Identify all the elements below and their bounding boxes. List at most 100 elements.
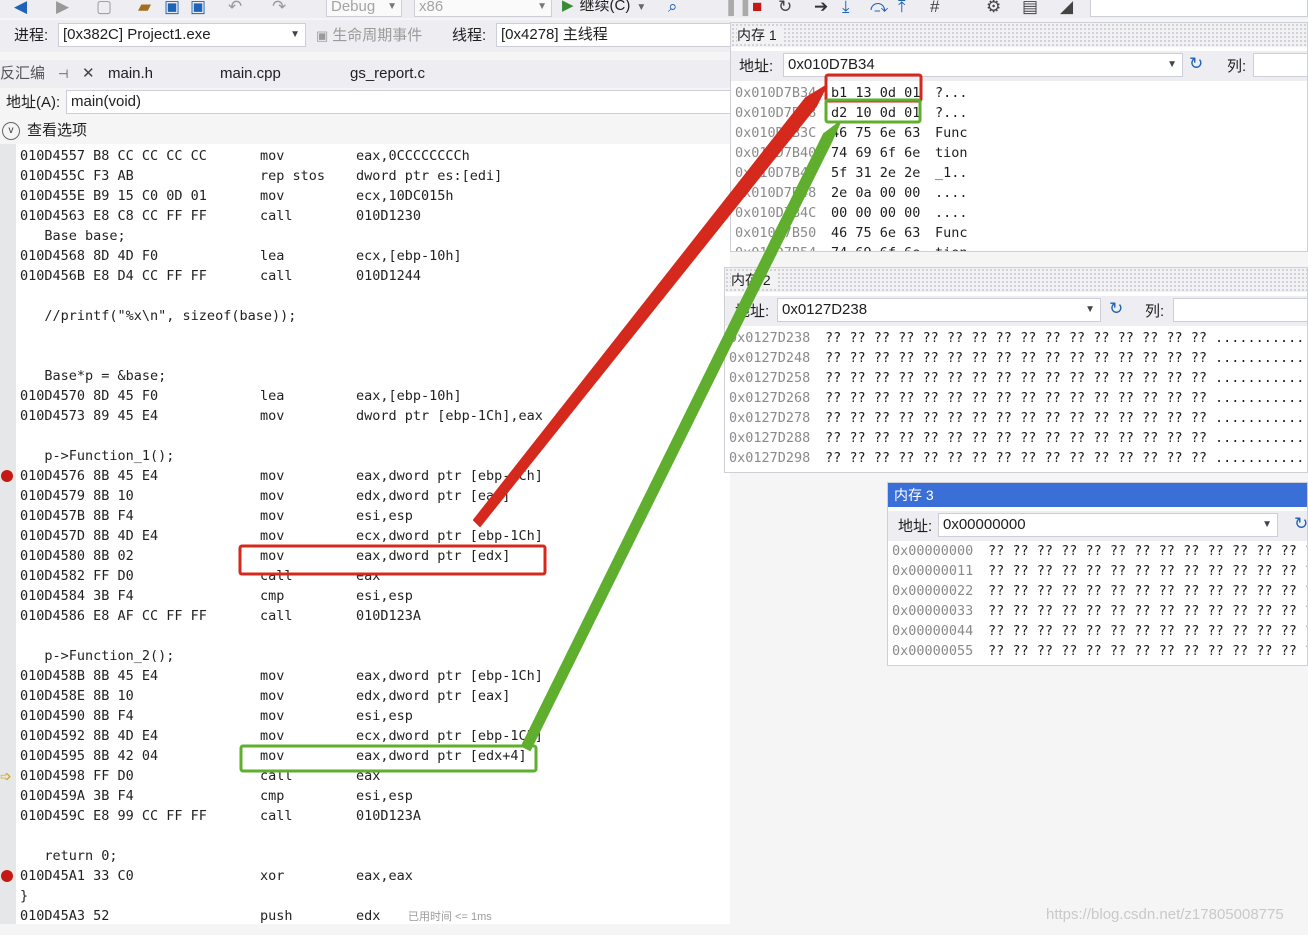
memory-row[interactable]: 0x0127D268 ?? ?? ?? ?? ?? ?? ?? ?? ?? ?? … [729, 388, 1307, 408]
platform-combo[interactable]: x86 ▼ [414, 0, 552, 17]
source-line[interactable]: p->Function_1(); [20, 446, 174, 466]
refresh-icon[interactable]: ↻ [1294, 514, 1307, 534]
new-item-icon[interactable]: ▢ [96, 0, 112, 16]
configuration-combo[interactable]: Debug ▼ [326, 0, 402, 17]
memory-row[interactable]: 0x0127D298 ?? ?? ?? ?? ?? ?? ?? ?? ?? ?? … [729, 448, 1307, 468]
memory-row[interactable]: 0x010D7B40 74 69 6f 6e tion [735, 143, 1307, 163]
memory-row[interactable]: 0x010D7B34 b1 13 0d 01?... [735, 83, 1307, 103]
memory-hex-bytes: ?? ?? ?? ?? ?? ?? ?? ?? ?? ?? ?? ?? ?? ?… [825, 430, 1208, 446]
open-folder-icon[interactable]: ▰ [138, 0, 151, 16]
memory-window-1[interactable]: 内存 1 地址: 0x010D7B34 ▼ ↻ 列: 0x010D7B34 b1 … [730, 22, 1308, 252]
memory-address: 0x00000066 [892, 661, 973, 665]
tab-disassembly[interactable]: 反汇编 [0, 64, 45, 84]
memory-address: 0x00000044 [892, 623, 974, 639]
diagnostic-icon[interactable]: ◢ [1060, 0, 1073, 16]
memory-row[interactable]: 0x0127D2A8 ?? ?? ?? ?? ?? ?? ?? ?? ?? ?? … [729, 468, 1307, 472]
instruction-operands: 010D1244 [356, 268, 422, 284]
undo-icon[interactable]: ↶ [228, 0, 242, 16]
step-over-icon[interactable]: ⤼ [870, 0, 888, 16]
redo-icon[interactable]: ↷ [272, 0, 286, 16]
memory-row[interactable]: 0x0127D288 ?? ?? ?? ?? ?? ?? ?? ?? ?? ?? … [729, 428, 1307, 448]
view-options-toggle[interactable]: v 查看选项 [0, 120, 730, 144]
show-next-statement-icon[interactable]: ➔ [814, 0, 828, 16]
memory-row[interactable]: 0x0127D238 ?? ?? ?? ?? ?? ?? ?? ?? ?? ?? … [729, 328, 1307, 348]
disassembly-view[interactable]: 010D4557 B8 CC CC CC CC mov eax,0CCCCCCCCh… [0, 144, 730, 924]
memory-row[interactable]: 0x00000022 ?? ?? ?? ?? ?? ?? ?? ?? ?? ?? … [892, 581, 1307, 601]
instruction-mnemonic: mov [260, 508, 285, 524]
memory-row[interactable]: 0x0127D258 ?? ?? ?? ?? ?? ?? ?? ?? ?? ?? … [729, 368, 1307, 388]
memory-2-columns-input[interactable] [1173, 298, 1307, 322]
breakpoint-icon[interactable] [1, 470, 13, 482]
chevron-down-icon: ▼ [1262, 519, 1272, 530]
memory-1-columns-input[interactable] [1253, 53, 1307, 77]
memory-row[interactable]: 0x010D7B54 74 69 6f 6e tion [735, 243, 1307, 251]
lifecycle-events-button[interactable]: ▣ 生命周期事件 [316, 26, 422, 46]
source-line[interactable]: Base base; [20, 226, 125, 246]
memory-hex-bytes: ?? ?? ?? ?? ?? ?? ?? ?? ?? ?? ?? ?? ?? ?… [988, 563, 1307, 579]
memory-1-address-input[interactable]: 0x010D7B34 ▼ [783, 53, 1183, 77]
memory-row[interactable]: 0x010D7B4C 00 00 00 00.... [735, 203, 1307, 223]
source-line[interactable]: p->Function_2(); [20, 646, 174, 666]
instruction-address-bytes: 010D4582 FF D0 [20, 568, 134, 584]
thread-combo[interactable]: [0x4278] 主线程 [496, 23, 730, 47]
instruction-mnemonic: mov [260, 748, 285, 764]
source-line[interactable]: Base*p = &base; [20, 366, 166, 386]
memory-window-2[interactable]: 内存 2 地址: 0x0127D238 ▼ ↻ 列: 0x0127D238 ?? … [724, 267, 1308, 473]
memory-row[interactable]: 0x010D7B48 2e 0a 00 00.... [735, 183, 1307, 203]
memory-row[interactable]: 0x010D7B38 d2 10 0d 01?... [735, 103, 1307, 123]
memory-row[interactable]: 0x0127D278 ?? ?? ?? ?? ?? ?? ?? ?? ?? ?? … [729, 408, 1307, 428]
back-icon[interactable]: ◀ [14, 0, 27, 16]
instruction-address-bytes: 010D4563 E8 C8 CC FF FF [20, 208, 207, 224]
pause-icon[interactable]: ❚❚ [724, 0, 753, 16]
continue-button[interactable]: ▶ 继续(C) ▼ [562, 0, 646, 17]
memory-row[interactable]: 0x00000033 ?? ?? ?? ?? ?? ?? ?? ?? ?? ?? … [892, 601, 1307, 621]
instruction-mnemonic: mov [260, 668, 285, 684]
memory-hex-bytes: ?? ?? ?? ?? ?? ?? ?? ?? ?? ?? ?? ?? ?? ?… [988, 583, 1307, 599]
threads-icon[interactable]: ⚙ [986, 0, 1001, 16]
find-icon[interactable]: ⌕ [668, 0, 678, 16]
tab-gs-report-c[interactable]: gs_report.c [350, 64, 425, 84]
save-all-icon[interactable]: ▣ [190, 0, 206, 16]
refresh-icon[interactable]: ↻ [1109, 299, 1123, 319]
comment-icon[interactable]: ▤ [1022, 0, 1038, 16]
memory-row[interactable]: 0x010D7B50 46 75 6e 63 Func [735, 223, 1307, 243]
step-out-icon[interactable]: ⤒ [898, 0, 906, 16]
disasm-address-input[interactable]: main(void) [66, 90, 730, 114]
memory-row[interactable]: 0x010D7B44 5f 31 2e 2e _1.. [735, 163, 1307, 183]
restart-icon[interactable]: ↻ [778, 0, 792, 16]
instruction-operands: ecx,[ebp-10h] [356, 248, 462, 264]
memory-row[interactable]: 0x0127D248 ?? ?? ?? ?? ?? ?? ?? ?? ?? ?? … [729, 348, 1307, 368]
step-into-icon[interactable]: ⤓ [842, 0, 850, 16]
process-combo[interactable]: [0x382C] Project1.exe ▼ [58, 23, 306, 47]
memory-window-3[interactable]: 内存 3 地址: 0x00000000 ▼ ↻ 0x00000000 ?? ?? … [887, 482, 1308, 666]
memory-row[interactable]: 0x010D7B3C 46 75 6e 63 Func [735, 123, 1307, 143]
memory-2-address-input[interactable]: 0x0127D238 ▼ [777, 298, 1101, 322]
forward-icon[interactable]: ▶ [56, 0, 69, 16]
memory-row[interactable]: 0x00000000 ?? ?? ?? ?? ?? ?? ?? ?? ?? ?? … [892, 541, 1307, 561]
memory-row[interactable]: 0x00000044 ?? ?? ?? ?? ?? ?? ?? ?? ?? ?? … [892, 621, 1307, 641]
memory-row[interactable]: 0x00000011 ?? ?? ?? ?? ?? ?? ?? ?? ?? ?? … [892, 561, 1307, 581]
quick-launch-input[interactable] [1090, 0, 1308, 17]
memory-row[interactable]: 0x00000055 ?? ?? ?? ?? ?? ?? ?? ?? ?? ?? … [892, 641, 1307, 661]
source-line[interactable]: //printf("%x\n", sizeof(base)); [20, 306, 296, 326]
memory-3-address-input[interactable]: 0x00000000 ▼ [938, 513, 1278, 537]
source-line[interactable]: } [20, 886, 28, 906]
memory-address: 0x00000022 [892, 583, 974, 599]
close-icon[interactable]: ✕ [82, 64, 95, 84]
save-icon[interactable]: ▣ [164, 0, 180, 16]
breakpoint-gutter[interactable] [0, 144, 16, 924]
source-line[interactable]: return 0; [20, 846, 117, 866]
disasm-address-label: 地址(A): [6, 94, 61, 111]
memory-row[interactable]: 0x00000066 ?? ?? ?? ?? ?? ?? ?? ?? ?? ?? … [892, 661, 1307, 665]
tab-main-h[interactable]: main.h [108, 64, 153, 84]
tab-main-cpp[interactable]: main.cpp [220, 64, 281, 84]
hex-display-icon[interactable]: # [930, 0, 939, 16]
stop-icon[interactable]: ■ [752, 0, 762, 16]
instruction-address-bytes: 010D457B 8B F4 [20, 508, 134, 524]
pin-icon[interactable]: ⊣ [58, 64, 68, 84]
thread-label: 线程: [452, 27, 487, 44]
refresh-icon[interactable]: ↻ [1189, 54, 1203, 74]
instruction-address-bytes: 010D457D 8B 4D E4 [20, 528, 159, 544]
breakpoint-icon[interactable] [1, 870, 13, 882]
memory-hex-bytes: ?? ?? ?? ?? ?? ?? ?? ?? ?? ?? ?? ?? ?? ?… [988, 623, 1307, 639]
